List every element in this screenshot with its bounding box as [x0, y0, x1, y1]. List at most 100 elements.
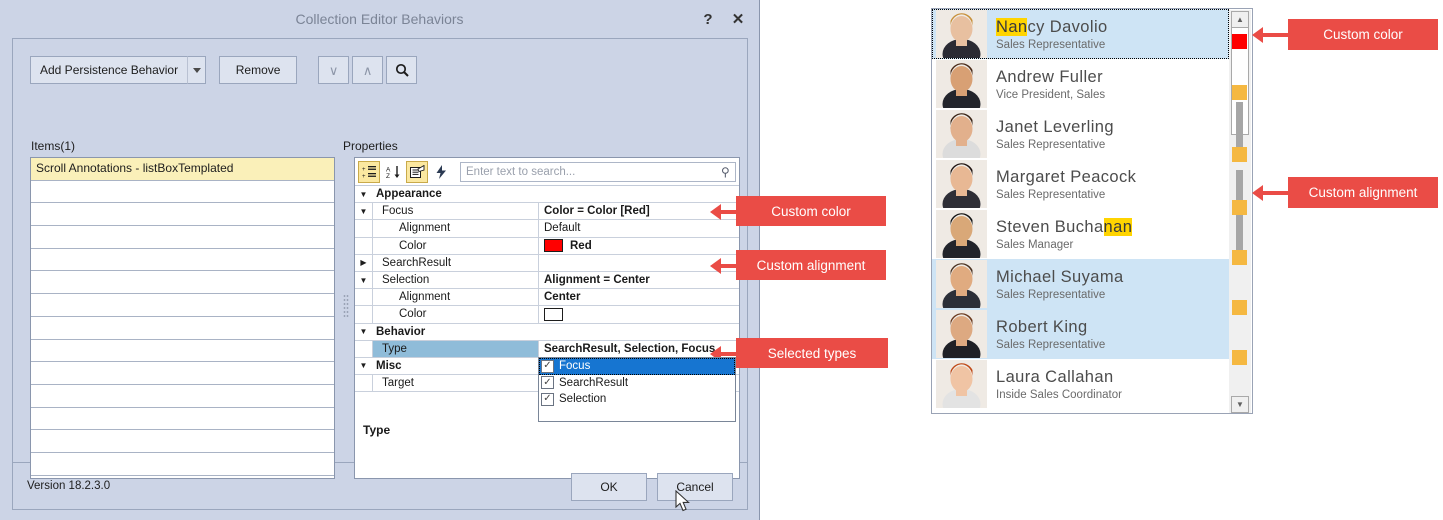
- employee-list-item[interactable]: Margaret Peacock Sales Representative: [932, 159, 1229, 209]
- employee-name: Michael Suyama: [996, 267, 1124, 286]
- property-pages-icon[interactable]: [406, 160, 428, 183]
- property-name: Target: [372, 375, 539, 392]
- annotated-scrollbar[interactable]: ▲ ▼: [1229, 10, 1251, 413]
- dialog-toolbar: Add Persistence Behavior Remove ∨ ∧: [30, 55, 418, 85]
- scroll-annotation-mark-selection[interactable]: [1232, 300, 1247, 315]
- employee-list-item[interactable]: Nancy Davolio Sales Representative: [932, 9, 1229, 59]
- chevron-down-icon[interactable]: ▼: [355, 190, 372, 199]
- list-item-empty[interactable]: [31, 226, 334, 249]
- alphabetical-sort-icon[interactable]: A Z: [382, 161, 404, 183]
- scroll-up-icon[interactable]: ▲: [1231, 11, 1249, 28]
- move-up-button[interactable]: ∧: [352, 56, 384, 84]
- list-item-empty[interactable]: [31, 249, 334, 272]
- help-icon[interactable]: ?: [695, 8, 721, 32]
- search-highlight: Nan: [996, 17, 1028, 36]
- chevron-down-icon[interactable]: ▼: [355, 327, 372, 336]
- chevron-right-icon[interactable]: ▶: [355, 258, 372, 267]
- chevron-down-icon[interactable]: ▼: [355, 207, 372, 216]
- list-item-empty[interactable]: [31, 362, 334, 385]
- list-item-empty[interactable]: [31, 271, 334, 295]
- dropdown-option[interactable]: ✓ Focus: [539, 358, 735, 375]
- property-search-box[interactable]: Enter text to search... ⚲: [460, 161, 736, 182]
- avatar: [936, 60, 987, 108]
- list-item-empty[interactable]: [31, 340, 334, 363]
- scroll-annotation-mark-selection[interactable]: [1232, 350, 1247, 365]
- remove-button[interactable]: Remove: [219, 56, 298, 84]
- splitter-handle[interactable]: [343, 294, 349, 318]
- employee-list-item[interactable]: Steven Buchanan Sales Manager: [932, 209, 1229, 259]
- add-persistence-behavior-dropdown-arrow[interactable]: [187, 56, 207, 84]
- property-value[interactable]: [539, 255, 739, 271]
- callout-text: Custom color: [771, 203, 851, 219]
- scroll-annotation-mark-search-result[interactable]: [1232, 147, 1247, 162]
- property-row[interactable]: ▼ Focus Color = Color [Red]: [355, 203, 739, 221]
- checkbox-icon[interactable]: ✓: [541, 376, 554, 390]
- chevron-down-icon: [192, 67, 201, 73]
- property-category-row[interactable]: ▼ Behavior: [355, 324, 739, 341]
- categorized-icon[interactable]: + +: [358, 160, 380, 183]
- property-value[interactable]: Red: [539, 238, 739, 254]
- property-value[interactable]: Center: [539, 289, 739, 305]
- property-value[interactable]: Alignment = Center: [539, 272, 739, 288]
- property-value[interactable]: Color = Color [Red]: [539, 203, 739, 219]
- property-row[interactable]: ▶ SearchResult: [355, 254, 739, 272]
- scroll-annotation-mark-search-result[interactable]: [1232, 85, 1247, 100]
- close-icon[interactable]: ✕: [725, 8, 751, 32]
- type-dropdown-list[interactable]: ✓ Focus ✓ SearchResult ✓ Selection: [538, 357, 736, 422]
- scroll-down-icon[interactable]: ▼: [1231, 396, 1249, 413]
- dialog-body: Add Persistence Behavior Remove ∨ ∧ Item…: [12, 38, 748, 512]
- list-item-empty[interactable]: [31, 294, 334, 317]
- employee-list-item[interactable]: Laura Callahan Inside Sales Coordinator: [932, 359, 1229, 409]
- dropdown-option[interactable]: ✓ SearchResult: [539, 375, 735, 392]
- callout-arrow-icon: [1252, 27, 1263, 43]
- property-row[interactable]: Alignment Default: [355, 220, 739, 238]
- property-row[interactable]: Color: [355, 306, 739, 324]
- employee-list-item[interactable]: Andrew Fuller Vice President, Sales: [932, 59, 1229, 109]
- scroll-annotation-mark-focus[interactable]: [1232, 34, 1247, 49]
- employee-list-item[interactable]: Michael Suyama Sales Representative: [932, 259, 1229, 309]
- items-list[interactable]: Scroll Annotations - listBoxTemplated: [30, 157, 335, 479]
- callout-custom-color-list: Custom color: [1288, 19, 1438, 50]
- add-persistence-behavior-button[interactable]: Add Persistence Behavior: [30, 56, 188, 84]
- scroll-annotation-mark-search-result[interactable]: [1232, 200, 1247, 215]
- property-description-title: Type: [363, 423, 391, 437]
- list-item-empty[interactable]: [31, 430, 334, 453]
- list-item-empty[interactable]: [31, 317, 334, 340]
- property-name: Focus: [372, 203, 539, 220]
- events-icon[interactable]: [430, 161, 452, 183]
- property-row[interactable]: Color Red: [355, 237, 739, 255]
- callout-text: Custom alignment: [756, 257, 866, 273]
- property-value[interactable]: SearchResult, Selection, Focus: [539, 341, 739, 357]
- ok-button[interactable]: OK: [571, 473, 647, 501]
- checkbox-icon[interactable]: ✓: [541, 392, 554, 406]
- chevron-down-icon[interactable]: ▼: [355, 361, 372, 370]
- chevron-down-icon[interactable]: ▼: [355, 276, 372, 285]
- list-item-empty[interactable]: [31, 408, 334, 431]
- property-category-row[interactable]: ▼ Appearance: [355, 186, 739, 204]
- templated-listbox[interactable]: Nancy Davolio Sales Representative Andrew …: [931, 8, 1253, 414]
- list-item-empty[interactable]: [31, 385, 334, 408]
- find-button[interactable]: [386, 56, 418, 84]
- employee-text-block: Laura Callahan Inside Sales Coordinator: [996, 367, 1122, 402]
- list-item-empty[interactable]: [31, 181, 334, 204]
- property-row[interactable]: ▼ Selection Alignment = Center: [355, 271, 739, 290]
- property-row-selected[interactable]: Type SearchResult, Selection, Focus: [355, 340, 739, 358]
- callout-selected-types: Selected types: [736, 338, 888, 368]
- scroll-annotation-mark-selection[interactable]: [1232, 250, 1247, 265]
- property-search-input[interactable]: Enter text to search...: [466, 166, 721, 178]
- move-down-button[interactable]: ∨: [318, 56, 350, 84]
- chevron-down-icon: ∨: [328, 62, 339, 78]
- list-item-empty[interactable]: [31, 203, 334, 227]
- cancel-button[interactable]: Cancel: [657, 473, 733, 501]
- checkbox-icon[interactable]: ✓: [541, 359, 554, 373]
- property-value[interactable]: Default: [539, 220, 739, 236]
- list-item[interactable]: Scroll Annotations - listBoxTemplated: [31, 158, 334, 181]
- employee-list-item[interactable]: Janet Leverling Sales Representative: [932, 109, 1229, 159]
- avatar: [936, 110, 987, 158]
- dropdown-option[interactable]: ✓ Selection: [539, 391, 735, 408]
- employee-text-block: Michael Suyama Sales Representative: [996, 267, 1124, 302]
- employee-list-item[interactable]: Robert King Sales Representative: [932, 309, 1229, 359]
- property-value[interactable]: [539, 306, 739, 322]
- property-row[interactable]: Alignment Center: [355, 289, 739, 307]
- property-name: Alignment: [372, 220, 539, 237]
